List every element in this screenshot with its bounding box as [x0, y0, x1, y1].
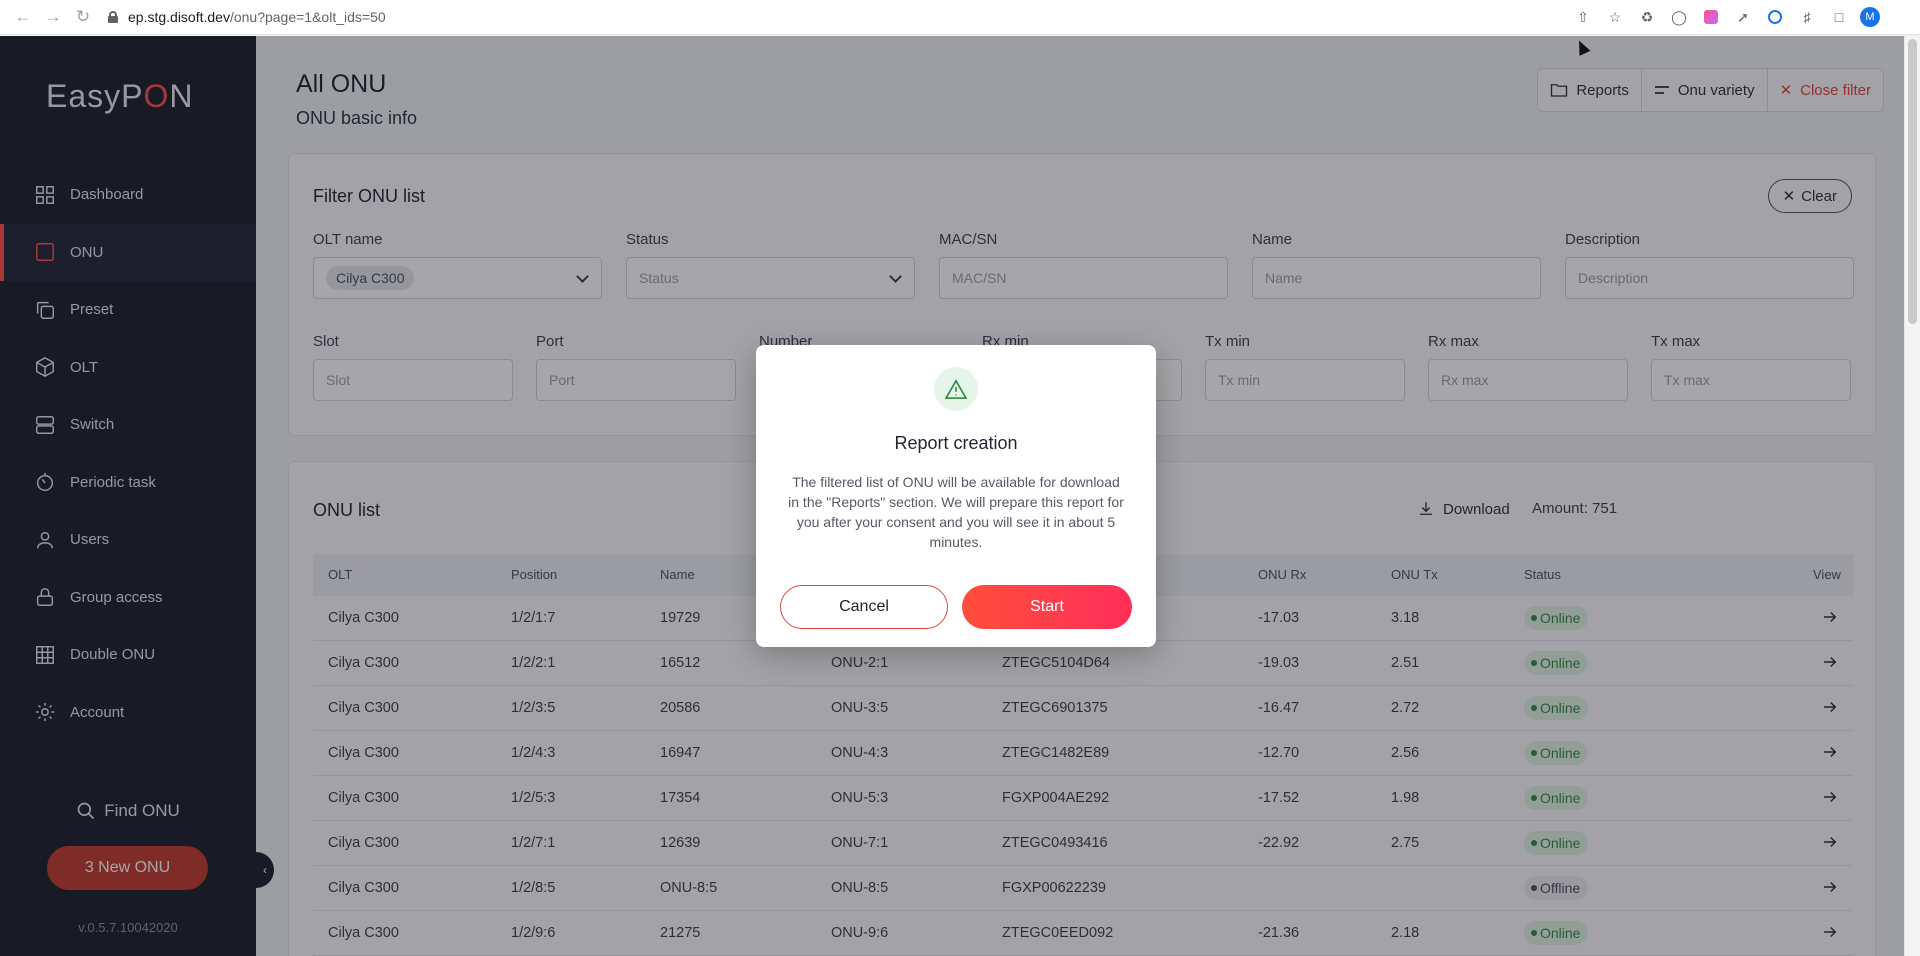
profile-avatar[interactable]: M — [1860, 7, 1880, 27]
cancel-button[interactable]: Cancel — [780, 585, 948, 629]
page-scrollbar[interactable] — [1904, 35, 1920, 956]
dialog-title: Report creation — [894, 433, 1018, 453]
gradient-extension-icon[interactable] — [1700, 6, 1722, 28]
browser-toolbar: ← → ↻ ep.stg.disoft.dev/onu?page=1&olt_i… — [0, 0, 1920, 35]
back-icon[interactable]: ← — [10, 4, 36, 30]
warning-icon — [934, 367, 978, 411]
side-panel-icon[interactable]: □ — [1828, 6, 1850, 28]
bookmark-star-icon[interactable]: ☆ — [1604, 6, 1626, 28]
address-bar[interactable]: ep.stg.disoft.dev/onu?page=1&olt_ids=50 — [108, 5, 386, 29]
lock-icon — [108, 11, 118, 23]
url-host: ep.stg.disoft.dev — [128, 9, 230, 25]
extension-circle-icon[interactable]: ◯ — [1668, 6, 1690, 28]
password-manager-icon[interactable] — [1764, 6, 1786, 28]
report-creation-dialog: Report creation The filtered list of ONU… — [756, 345, 1156, 647]
forward-icon[interactable]: → — [40, 4, 66, 30]
extensions-bar: ⇧ ☆ ♻ ◯ ➚ ♯ □ M — [1572, 6, 1880, 28]
recycle-icon[interactable]: ♻ — [1636, 6, 1658, 28]
start-button[interactable]: Start — [962, 585, 1132, 629]
reload-icon[interactable]: ↻ — [70, 4, 96, 30]
scrollbar-thumb[interactable] — [1908, 39, 1917, 324]
puzzle-icon[interactable]: ♯ — [1796, 6, 1818, 28]
dialog-message: The filtered list of ONU will be availab… — [788, 474, 1124, 550]
url-path: /onu?page=1&olt_ids=50 — [229, 9, 386, 25]
compass-icon[interactable]: ➚ — [1732, 6, 1754, 28]
share-icon[interactable]: ⇧ — [1572, 6, 1594, 28]
